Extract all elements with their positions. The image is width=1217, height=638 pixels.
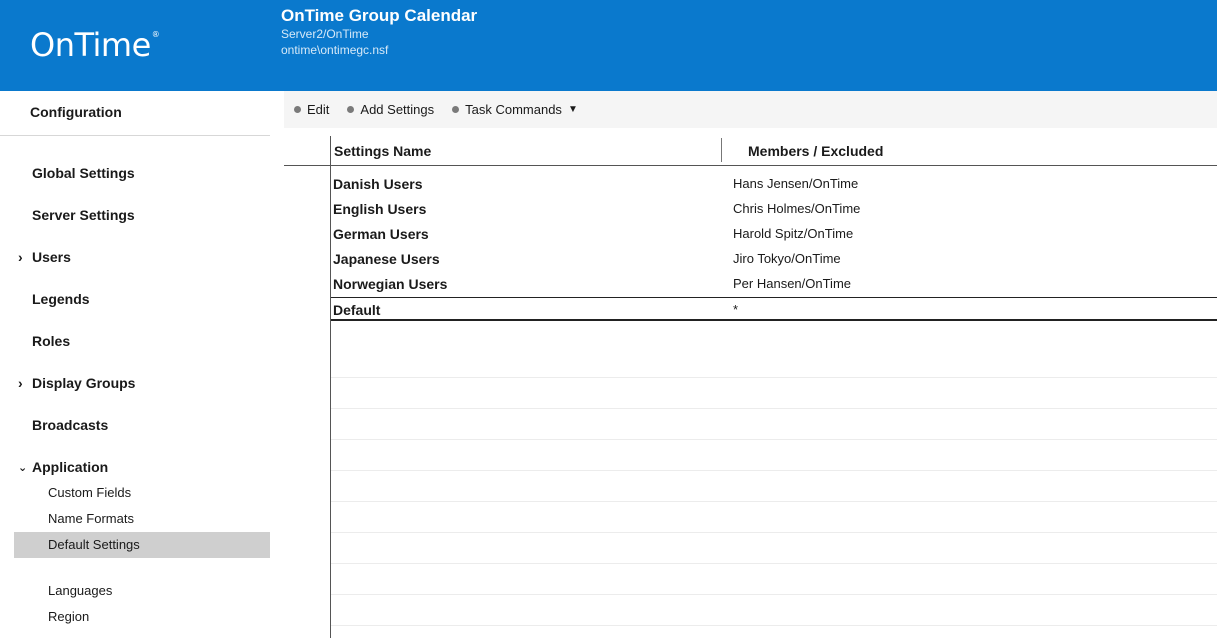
empty-row (331, 440, 1217, 471)
column-header-members[interactable]: Members / Excluded (748, 143, 883, 159)
table-row[interactable]: Norwegian Users Per Hansen/OnTime (331, 272, 1217, 297)
column-header-settings-name[interactable]: Settings Name (334, 143, 431, 159)
app-info: OnTime Group Calendar Server2/OnTime ont… (281, 6, 477, 58)
sidebar-item-legends[interactable]: Legends (0, 288, 284, 330)
column-header-row: Settings Name Members / Excluded (284, 136, 1217, 166)
edit-button[interactable]: Edit (294, 102, 329, 117)
sidebar-subitem-default-settings[interactable]: Default Settings (14, 532, 270, 558)
empty-row (331, 564, 1217, 595)
empty-row (331, 533, 1217, 564)
app-header: OnTime® OnTime Group Calendar Server2/On… (0, 0, 1217, 91)
sidebar: Configuration Global Settings Server Set… (0, 91, 284, 638)
settings-view: Settings Name Members / Excluded Danish … (284, 136, 1217, 638)
table-row[interactable]: English Users Chris Holmes/OnTime (331, 197, 1217, 222)
sidebar-heading: Configuration (0, 91, 270, 136)
members-cell: Chris Holmes/OnTime (733, 201, 861, 216)
sidebar-nav: Global Settings Server Settings › Users … (0, 136, 284, 630)
settings-name-cell: English Users (333, 201, 427, 217)
empty-row (331, 502, 1217, 533)
table-row[interactable]: Japanese Users Jiro Tokyo/OnTime (331, 247, 1217, 272)
members-cell: Hans Jensen/OnTime (733, 176, 859, 191)
column-separator[interactable] (721, 138, 722, 162)
sidebar-subitem-custom-fields[interactable]: Custom Fields (0, 480, 284, 506)
add-settings-button[interactable]: Add Settings (347, 102, 434, 117)
members-cell: Harold Spitz/OnTime (733, 226, 854, 241)
chevron-right-icon: › (18, 249, 23, 265)
view-rows: Danish Users Hans Jensen/OnTime English … (331, 172, 1217, 321)
members-cell: Jiro Tokyo/OnTime (733, 251, 841, 266)
table-row[interactable]: Danish Users Hans Jensen/OnTime (331, 172, 1217, 197)
action-toolbar: Edit Add Settings Task Commands ▼ (284, 91, 1217, 128)
empty-row (331, 378, 1217, 409)
empty-row (331, 347, 1217, 378)
main-content: Edit Add Settings Task Commands ▼ Settin… (284, 91, 1217, 638)
sidebar-item-server-settings[interactable]: Server Settings (0, 204, 284, 246)
sidebar-item-application[interactable]: ⌄ Application (0, 456, 284, 480)
empty-row (331, 595, 1217, 626)
members-cell: * (733, 302, 739, 317)
sidebar-subitem-languages[interactable]: Languages (0, 578, 284, 604)
table-row-default[interactable]: Default * (331, 297, 1217, 321)
sidebar-item-global-settings[interactable]: Global Settings (0, 162, 284, 204)
bullet-icon (294, 106, 301, 113)
members-cell: Per Hansen/OnTime (733, 276, 852, 291)
caret-down-icon: ▼ (567, 104, 578, 115)
registered-mark: ® (151, 30, 160, 39)
sidebar-item-display-groups[interactable]: › Display Groups (0, 372, 284, 414)
sidebar-subitem-region[interactable]: Region (0, 604, 284, 630)
server-name: Server2/OnTime (281, 27, 369, 41)
bullet-icon (452, 106, 460, 113)
settings-name-cell: Default (333, 302, 381, 318)
sidebar-item-users[interactable]: › Users (0, 246, 284, 288)
settings-name-cell: Danish Users (333, 176, 423, 192)
settings-name-cell: Norwegian Users (333, 276, 448, 292)
database-path: ontime\ontimegc.nsf (281, 43, 389, 57)
sidebar-item-roles[interactable]: Roles (0, 330, 284, 372)
settings-name-cell: Japanese Users (333, 251, 440, 267)
empty-row (331, 471, 1217, 502)
sidebar-subitem-name-formats[interactable]: Name Formats (0, 506, 284, 532)
logo-area: OnTime® (0, 0, 270, 91)
chevron-right-icon: › (18, 375, 23, 391)
bullet-icon (347, 106, 355, 113)
table-row[interactable]: German Users Harold Spitz/OnTime (331, 222, 1217, 247)
empty-view-area (331, 347, 1217, 626)
chevron-down-icon: ⌄ (18, 462, 28, 474)
app-title: OnTime Group Calendar (281, 6, 478, 25)
ontime-logo[interactable]: OnTime® (30, 26, 160, 64)
empty-row (331, 409, 1217, 440)
settings-name-cell: German Users (333, 226, 429, 242)
sidebar-item-broadcasts[interactable]: Broadcasts (0, 414, 284, 456)
task-commands-menu[interactable]: Task Commands ▼ (452, 102, 578, 117)
